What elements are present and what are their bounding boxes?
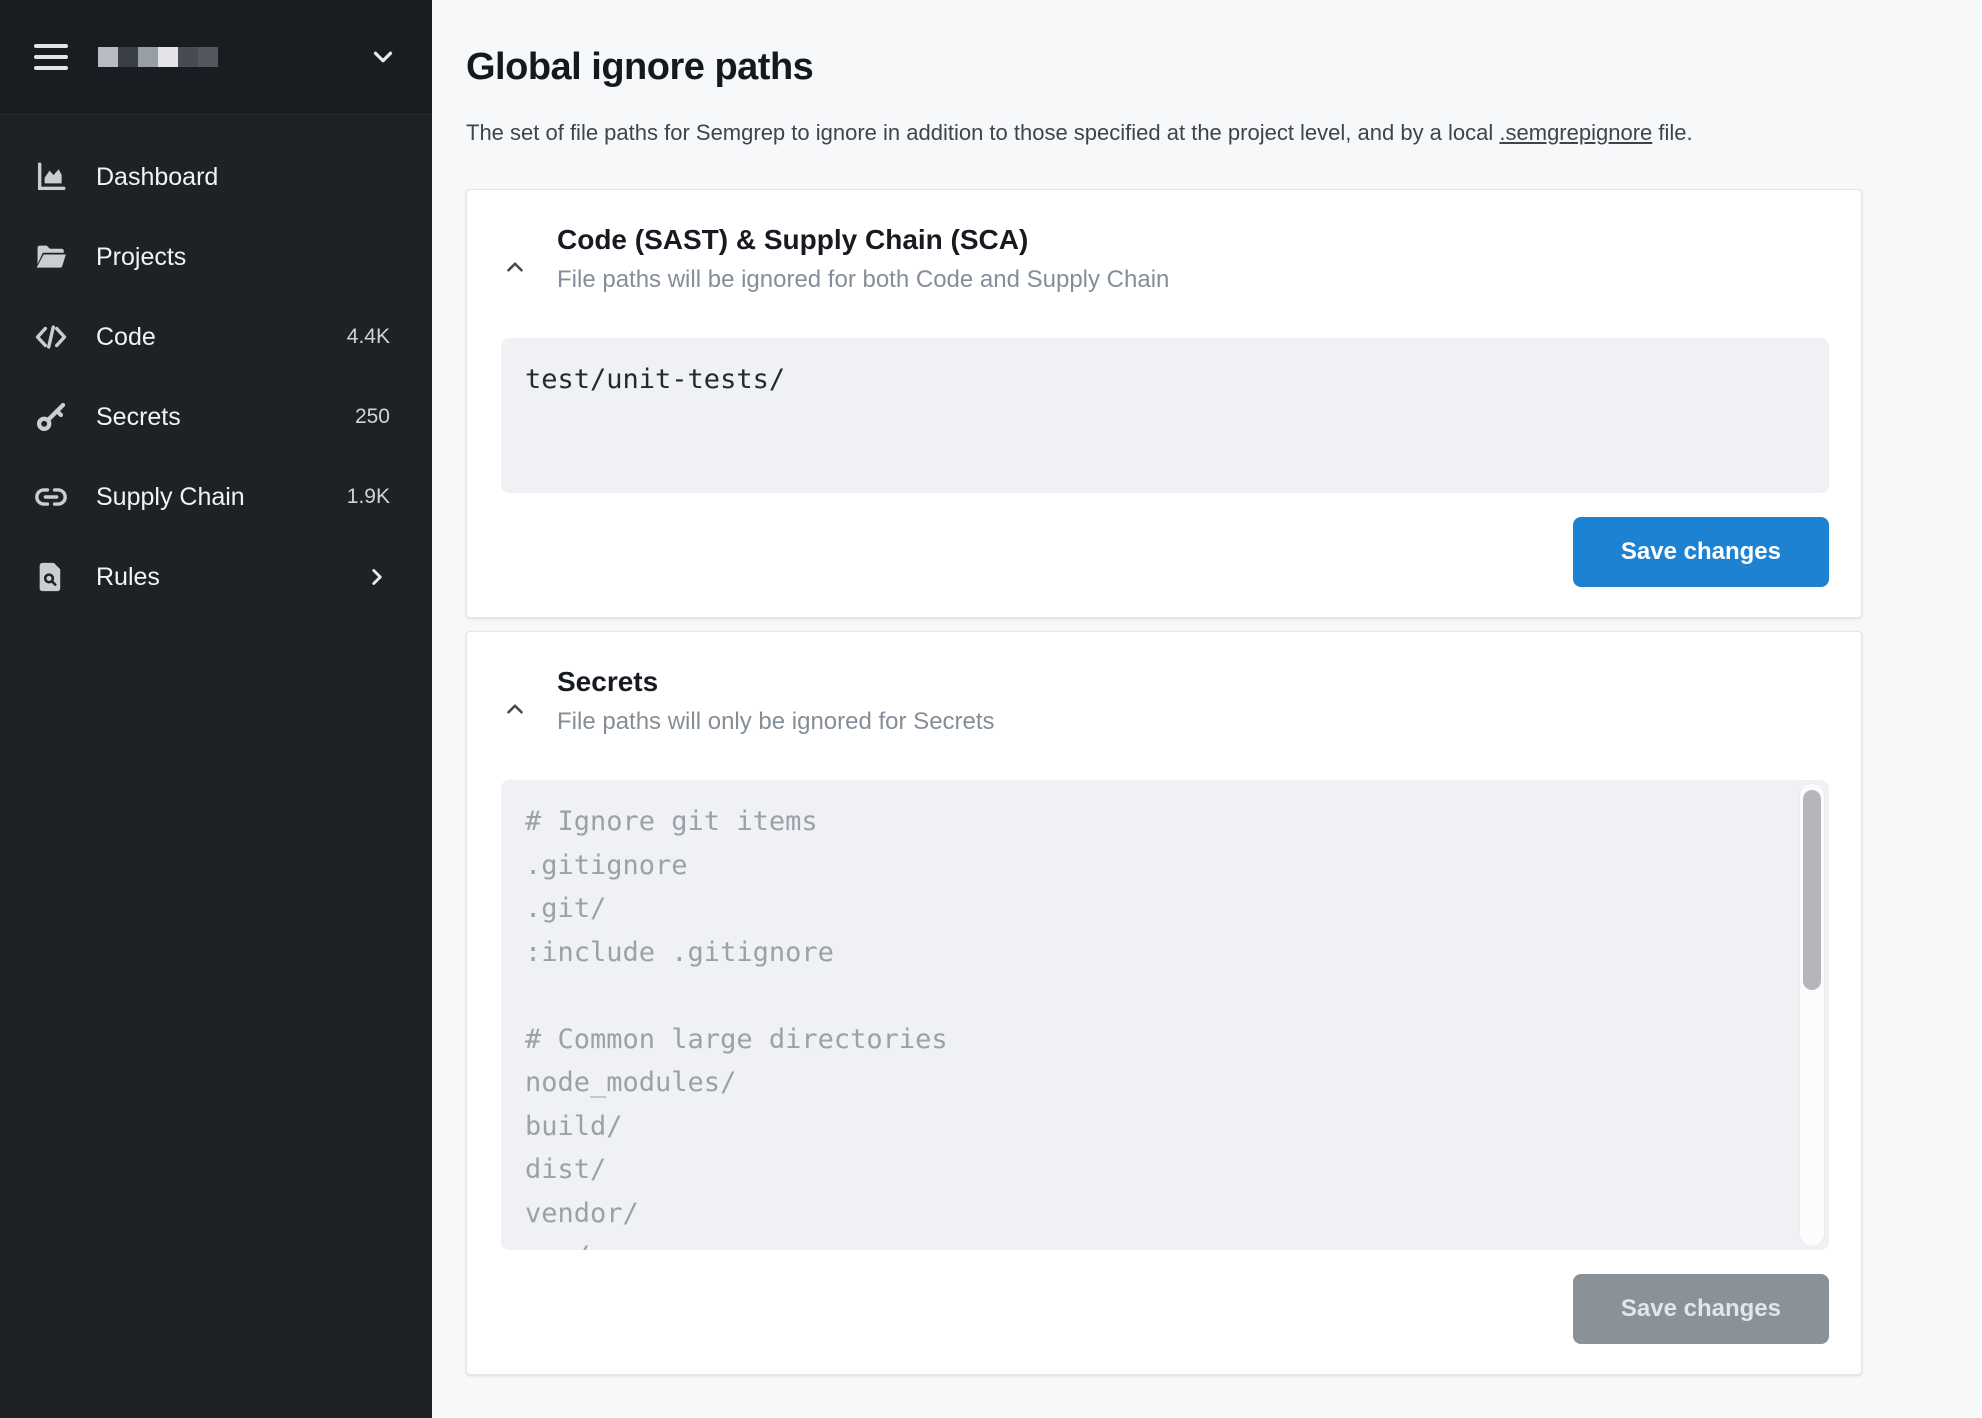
- secrets-section: Secrets File paths will only be ignored …: [466, 631, 1862, 1375]
- sidebar-item-dashboard[interactable]: Dashboard: [0, 137, 432, 217]
- sidebar-item-label: Rules: [96, 563, 160, 592]
- sidebar-header: [0, 0, 432, 115]
- section-subtitle: File paths will be ignored for both Code…: [557, 266, 1169, 294]
- main-content: Global ignore paths The set of file path…: [432, 0, 1982, 1418]
- findings-count-badge: 1.9K: [347, 485, 390, 509]
- section-header: Code (SAST) & Supply Chain (SCA) File pa…: [501, 224, 1829, 294]
- code-icon: [33, 319, 69, 355]
- chevron-up-icon: [502, 254, 528, 280]
- folder-icon: [33, 239, 69, 275]
- sidebar: Dashboard Projects Code 4.4K Secrets 250: [0, 0, 432, 1418]
- chevron-right-icon: [364, 564, 390, 590]
- sidebar-item-label: Supply Chain: [96, 483, 245, 512]
- link-icon: [33, 479, 69, 515]
- semgrepignore-link[interactable]: .semgrepignore: [1499, 120, 1652, 145]
- findings-count-badge: 250: [355, 405, 390, 429]
- sidebar-item-label: Projects: [96, 243, 186, 272]
- logo-block: [178, 47, 198, 67]
- section-subtitle: File paths will only be ignored for Secr…: [557, 708, 995, 736]
- section-title: Code (SAST) & Supply Chain (SCA): [557, 224, 1169, 256]
- logo-block: [138, 47, 158, 67]
- sidebar-item-code[interactable]: Code 4.4K: [0, 297, 432, 377]
- page-description: The set of file paths for Semgrep to ign…: [466, 115, 1862, 151]
- dashboard-chart-icon: [33, 159, 69, 195]
- page-title: Global ignore paths: [466, 46, 1862, 89]
- rules-document-search-icon: [33, 559, 69, 595]
- sidebar-nav: Dashboard Projects Code 4.4K Secrets 250: [0, 115, 432, 617]
- sidebar-item-secrets[interactable]: Secrets 250: [0, 377, 432, 457]
- org-switcher-chevron[interactable]: [368, 42, 398, 72]
- save-changes-button[interactable]: Save changes: [1573, 517, 1829, 587]
- chevron-down-icon: [368, 42, 398, 72]
- code-ignore-paths-input[interactable]: test/unit-tests/: [501, 338, 1829, 493]
- ignore-paths-cards: Code (SAST) & Supply Chain (SCA) File pa…: [466, 189, 1862, 1375]
- sidebar-item-label: Code: [96, 323, 156, 352]
- sidebar-item-projects[interactable]: Projects: [0, 217, 432, 297]
- secrets-ignore-paths-input[interactable]: [501, 780, 1829, 1250]
- org-logo: [98, 47, 218, 67]
- hamburger-menu-icon[interactable]: [34, 44, 68, 70]
- description-text: The set of file paths for Semgrep to ign…: [466, 120, 1499, 145]
- collapse-section-button[interactable]: [501, 254, 529, 280]
- save-changes-button-disabled[interactable]: Save changes: [1573, 1274, 1829, 1344]
- chevron-up-icon: [502, 696, 528, 722]
- code-supply-chain-section: Code (SAST) & Supply Chain (SCA) File pa…: [466, 189, 1862, 618]
- sidebar-item-label: Dashboard: [96, 163, 218, 192]
- sidebar-item-supply-chain[interactable]: Supply Chain 1.9K: [0, 457, 432, 537]
- textarea-scrollbar-thumb[interactable]: [1803, 790, 1821, 990]
- logo-block: [198, 47, 218, 67]
- section-header: Secrets File paths will only be ignored …: [501, 666, 1829, 736]
- logo-block: [98, 47, 118, 67]
- sidebar-item-rules[interactable]: Rules: [0, 537, 432, 617]
- description-text: file.: [1652, 120, 1692, 145]
- section-title: Secrets: [557, 666, 995, 698]
- sidebar-item-label: Secrets: [96, 403, 181, 432]
- collapse-section-button[interactable]: [501, 696, 529, 722]
- textarea-scrollbar-track[interactable]: [1799, 783, 1825, 1247]
- logo-block: [158, 47, 178, 67]
- key-icon: [33, 399, 69, 435]
- logo-block: [118, 47, 138, 67]
- findings-count-badge: 4.4K: [347, 325, 390, 349]
